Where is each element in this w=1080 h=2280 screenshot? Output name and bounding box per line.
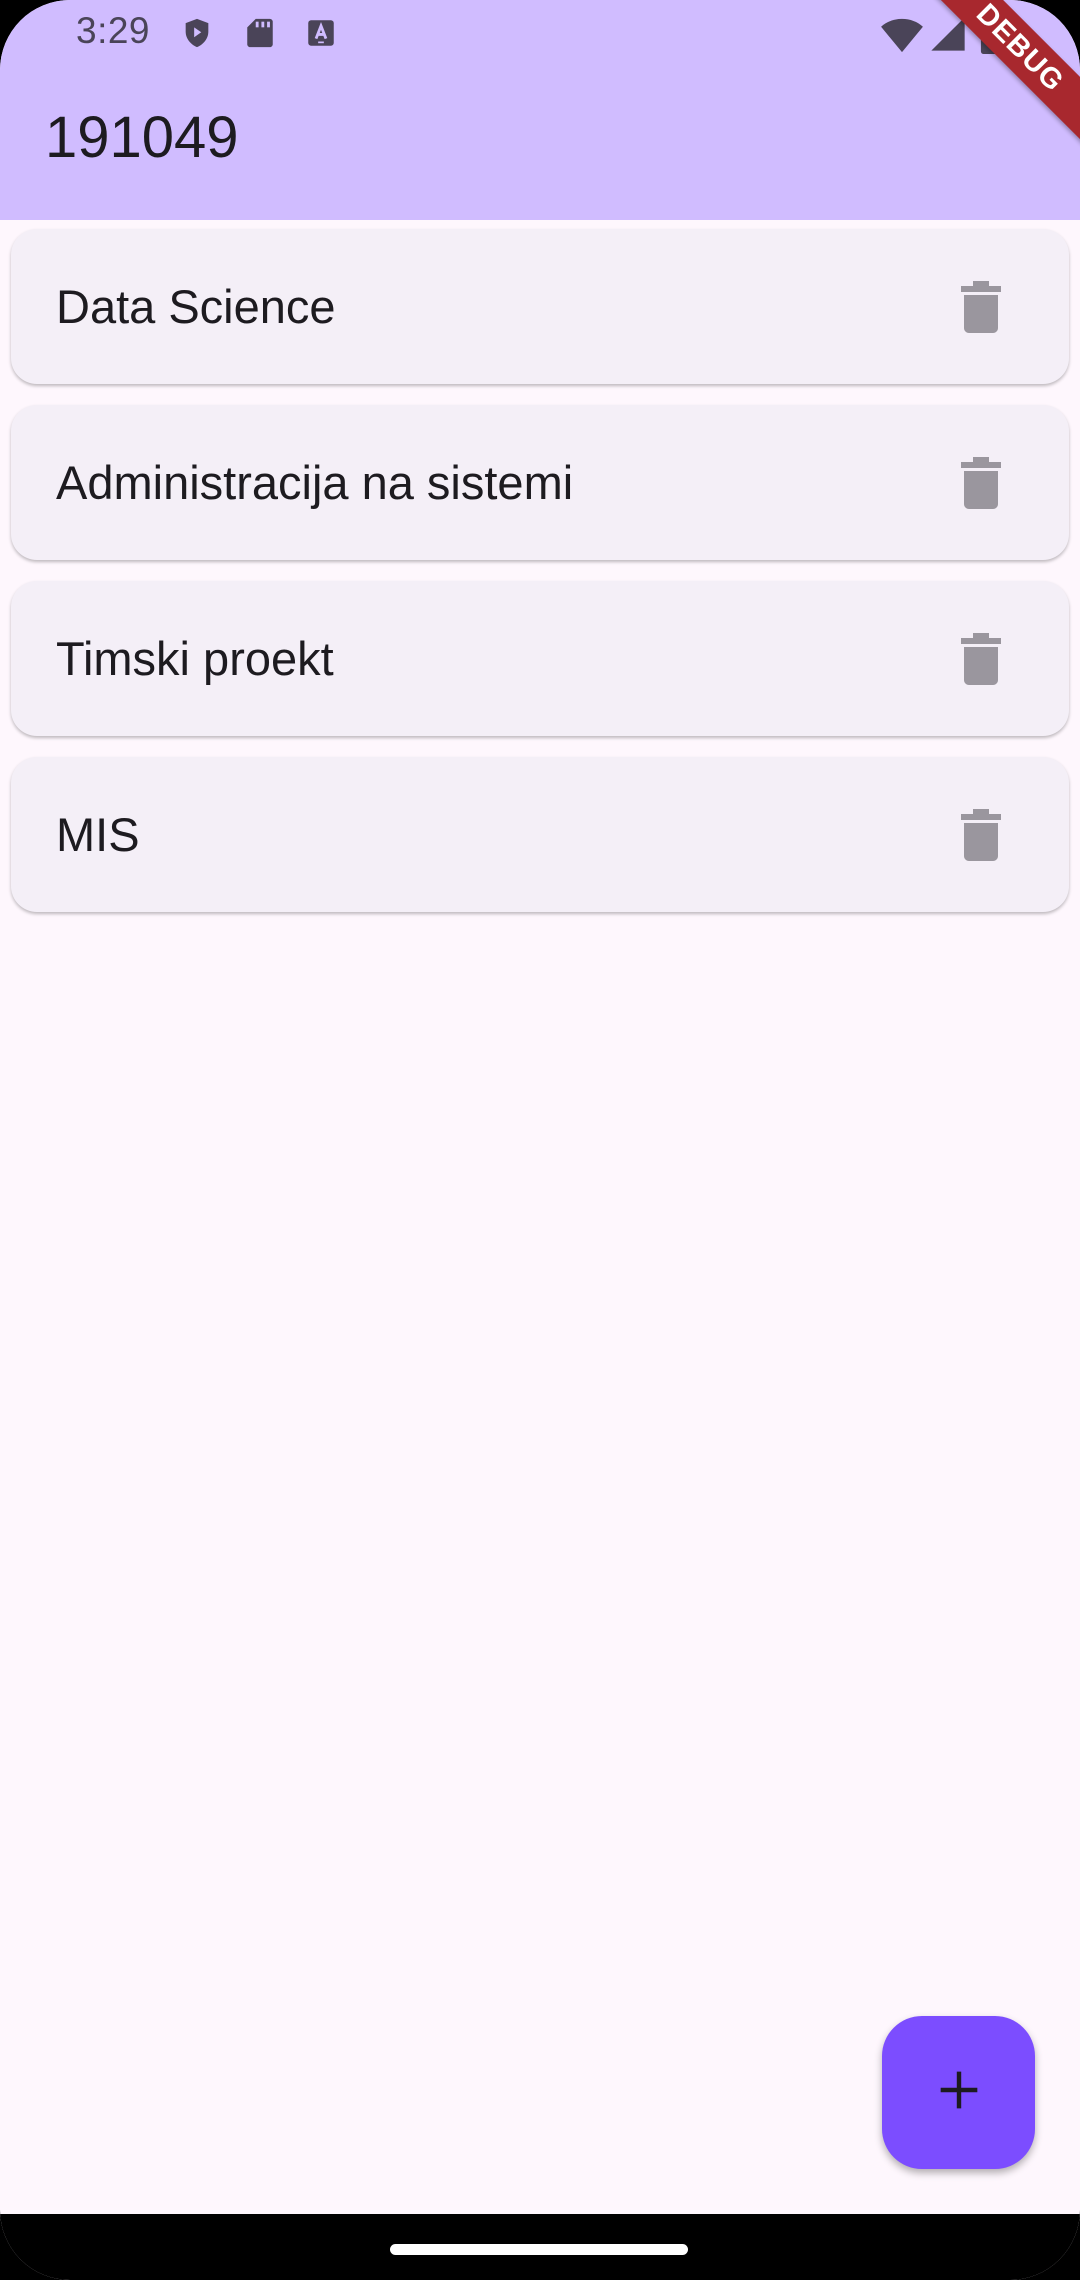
- list-item-label: Data Science: [56, 280, 336, 333]
- delete-icon[interactable]: [953, 279, 1009, 335]
- list-item[interactable]: Administracija na sistemi: [11, 405, 1069, 560]
- add-button[interactable]: [882, 2016, 1035, 2169]
- delete-icon[interactable]: [953, 631, 1009, 687]
- add-icon: [937, 2068, 981, 2117]
- subject-list: Data Science Administracija na sistemi T…: [11, 229, 1069, 933]
- status-bar: 3:29: [0, 0, 1080, 66]
- navigation-bar: [0, 2214, 1080, 2280]
- list-item-label: Administracija na sistemi: [56, 456, 574, 509]
- shield-icon: [180, 16, 214, 50]
- page-title: 191049: [45, 105, 239, 170]
- home-gesture-handle[interactable]: [390, 2244, 688, 2255]
- list-item-label: MIS: [56, 808, 140, 861]
- list-item-label: Timski proekt: [56, 632, 334, 685]
- sd-card-icon: [243, 16, 277, 50]
- delete-icon[interactable]: [953, 455, 1009, 511]
- app-screen: 3:29 191049 DEBUG Data Science Administr…: [0, 0, 1080, 2280]
- status-time: 3:29: [76, 10, 151, 51]
- list-item[interactable]: Timski proekt: [11, 581, 1069, 736]
- list-item[interactable]: MIS: [11, 757, 1069, 912]
- wifi-icon: [880, 14, 924, 54]
- delete-icon[interactable]: [953, 807, 1009, 863]
- app-bar: 3:29 191049: [0, 0, 1080, 220]
- keyboard-a-icon: [304, 16, 338, 50]
- list-item[interactable]: Data Science: [11, 229, 1069, 384]
